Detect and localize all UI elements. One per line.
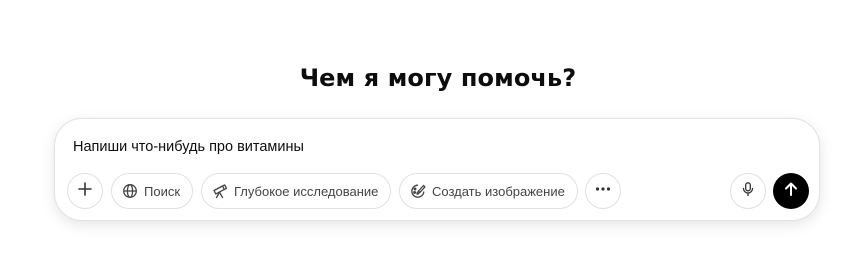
create-image-button[interactable]: Создать изображение: [399, 173, 578, 209]
arrow-up-icon: [782, 180, 800, 203]
globe-icon: [122, 183, 138, 199]
page-title: Чем я могу помочь?: [299, 64, 577, 92]
composer-toolbar: Поиск Глубокое исследование Создать изоб…: [55, 119, 819, 220]
deep-research-button[interactable]: Глубокое исследование: [201, 173, 392, 209]
microphone-icon: [740, 181, 756, 202]
send-button[interactable]: [773, 173, 809, 209]
add-button[interactable]: [67, 173, 103, 209]
more-button[interactable]: [585, 173, 621, 209]
page: Чем я могу помочь? Напиши что-нибудь про…: [0, 0, 868, 264]
deep-research-label: Глубокое исследование: [234, 183, 379, 199]
voice-input-button[interactable]: [730, 173, 766, 209]
search-button-label: Поиск: [144, 183, 181, 199]
ellipsis-icon: [594, 180, 612, 203]
plus-icon: [76, 180, 94, 203]
telescope-icon: [212, 183, 228, 199]
prompt-composer: Напиши что-нибудь про витамины Поиск Глу…: [54, 118, 820, 221]
search-button[interactable]: Поиск: [111, 173, 194, 209]
create-image-label: Создать изображение: [432, 183, 565, 199]
paint-brush-icon: [410, 183, 426, 199]
